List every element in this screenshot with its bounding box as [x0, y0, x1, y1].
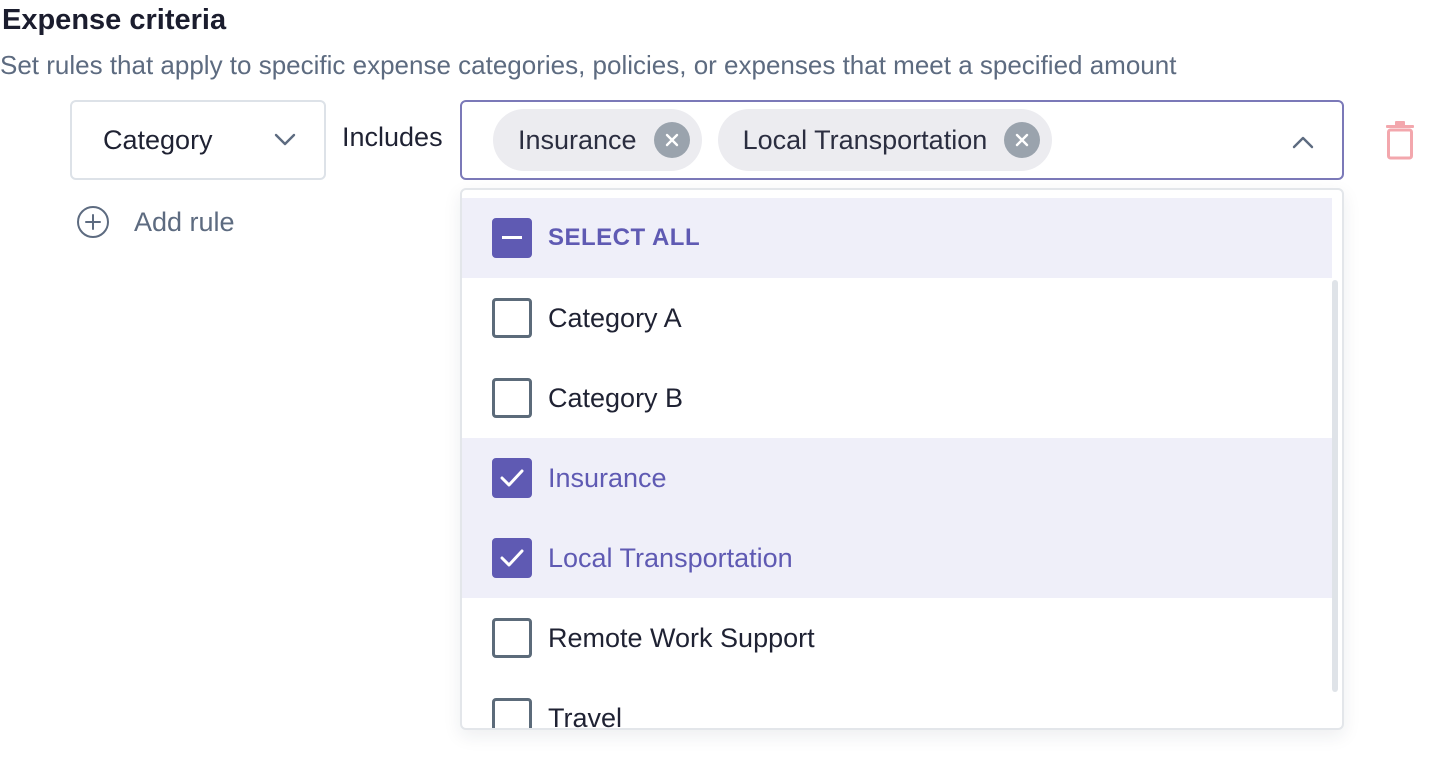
- checkbox-icon[interactable]: [492, 298, 532, 338]
- select-all-option[interactable]: SELECT ALL: [462, 198, 1332, 278]
- selected-chip: Insurance: [493, 109, 702, 171]
- checkbox-icon[interactable]: [492, 618, 532, 658]
- option-label: Category A: [548, 302, 682, 333]
- chevron-up-icon[interactable]: [1292, 135, 1314, 149]
- rule-field-select-value: Category: [103, 124, 213, 155]
- list-item[interactable]: Local Transportation: [462, 518, 1332, 598]
- checkbox-checked-icon[interactable]: [492, 538, 532, 578]
- rule-field-select[interactable]: Category: [70, 100, 326, 180]
- list-item[interactable]: Remote Work Support: [462, 598, 1332, 678]
- option-label: Travel: [548, 702, 623, 730]
- list-item[interactable]: Category B: [462, 358, 1332, 438]
- option-label: Insurance: [548, 462, 667, 493]
- options-dropdown: SELECT ALL Category A Category B Insuran…: [460, 188, 1344, 730]
- close-circle-icon[interactable]: [1004, 122, 1041, 158]
- option-label: Local Transportation: [548, 542, 793, 573]
- trash-icon[interactable]: [1385, 120, 1415, 160]
- checkbox-icon[interactable]: [492, 378, 532, 418]
- list-item[interactable]: Category A: [462, 278, 1332, 358]
- close-circle-icon[interactable]: [653, 122, 690, 158]
- option-label: Remote Work Support: [548, 622, 815, 653]
- add-rule-button[interactable]: Add rule: [76, 205, 235, 239]
- select-all-label: SELECT ALL: [548, 224, 701, 251]
- option-label: Category B: [548, 382, 684, 413]
- add-rule-label: Add rule: [134, 206, 235, 237]
- selected-chip: Local Transportation: [717, 109, 1053, 171]
- indeterminate-checkbox-icon[interactable]: [492, 218, 532, 258]
- list-item[interactable]: Insurance: [462, 438, 1332, 518]
- rule-values-multiselect[interactable]: Insurance Local Transportation: [460, 100, 1344, 180]
- chevron-down-icon: [274, 133, 296, 146]
- chip-label: Local Transportation: [742, 124, 988, 155]
- page-subtitle: Set rules that apply to specific expense…: [0, 50, 1177, 80]
- checkbox-checked-icon[interactable]: [492, 458, 532, 498]
- rule-operator-label: Includes: [342, 122, 443, 152]
- list-item[interactable]: Travel: [462, 678, 1332, 730]
- scrollbar[interactable]: [1332, 280, 1338, 692]
- chip-label: Insurance: [518, 124, 637, 155]
- plus-circle-icon: [77, 206, 109, 238]
- page-title: Expense criteria: [2, 4, 227, 36]
- checkbox-icon[interactable]: [492, 698, 532, 728]
